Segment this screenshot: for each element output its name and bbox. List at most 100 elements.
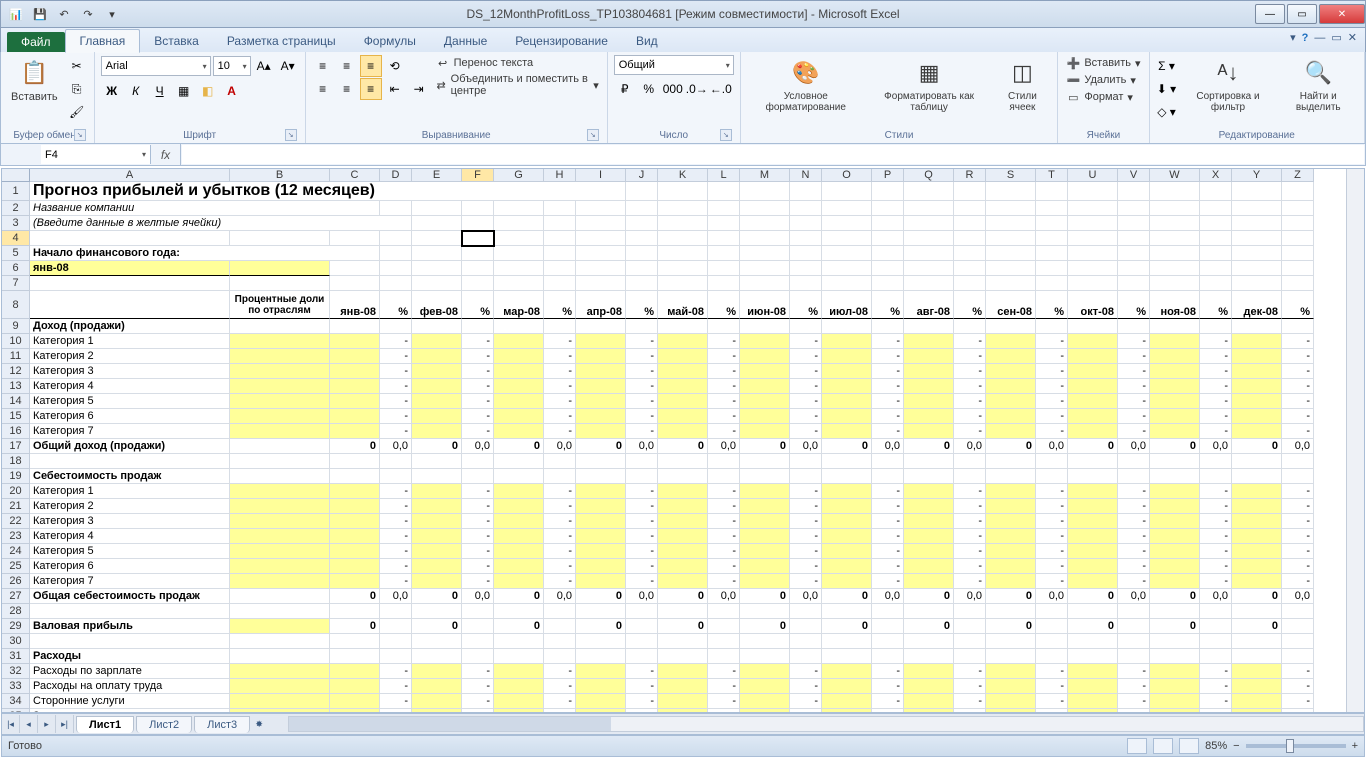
cell[interactable]: мар-08	[494, 291, 544, 319]
cell[interactable]	[1232, 364, 1282, 379]
cell[interactable]	[1200, 634, 1232, 649]
cell[interactable]	[986, 364, 1036, 379]
cell[interactable]: дек-08	[1232, 291, 1282, 319]
cell[interactable]: 0,0	[626, 439, 658, 454]
cell[interactable]	[1232, 231, 1282, 246]
column-header-C[interactable]: C	[330, 169, 380, 182]
cell[interactable]	[904, 664, 954, 679]
cell[interactable]	[904, 424, 954, 439]
cell[interactable]: Сторонние услуги	[30, 694, 230, 709]
cell[interactable]: авг-08	[904, 291, 954, 319]
cell[interactable]: -	[872, 499, 904, 514]
increase-indent-icon[interactable]: ⇥	[408, 78, 430, 100]
cell[interactable]	[1282, 604, 1314, 619]
cell[interactable]	[1150, 679, 1200, 694]
cell[interactable]	[658, 484, 708, 499]
cell[interactable]	[412, 246, 462, 261]
cell[interactable]	[1118, 634, 1150, 649]
cell[interactable]: 0,0	[708, 589, 740, 604]
cell[interactable]	[544, 619, 576, 634]
cell[interactable]	[380, 649, 412, 664]
cell[interactable]: Общий доход (продажи)	[30, 439, 230, 454]
cell[interactable]	[330, 559, 380, 574]
cell[interactable]	[790, 231, 822, 246]
cell[interactable]: -	[380, 364, 412, 379]
cell[interactable]: -	[1282, 334, 1314, 349]
cell[interactable]	[330, 529, 380, 544]
column-header-T[interactable]: T	[1036, 169, 1068, 182]
cell[interactable]: -	[790, 694, 822, 709]
cell[interactable]	[658, 514, 708, 529]
cell[interactable]	[462, 246, 494, 261]
cell[interactable]	[904, 201, 954, 216]
cell[interactable]	[330, 424, 380, 439]
cell[interactable]	[1150, 454, 1200, 469]
cell[interactable]	[30, 276, 230, 291]
font-color-icon[interactable]: A	[221, 80, 243, 102]
cell[interactable]: -	[954, 379, 986, 394]
cell[interactable]	[708, 276, 740, 291]
cell[interactable]: -	[1118, 559, 1150, 574]
cell[interactable]	[658, 544, 708, 559]
cell[interactable]	[330, 394, 380, 409]
cell[interactable]	[462, 604, 494, 619]
cell[interactable]	[626, 604, 658, 619]
cell[interactable]: -	[462, 364, 494, 379]
cell[interactable]	[872, 319, 904, 334]
cell[interactable]: -	[954, 394, 986, 409]
cell[interactable]	[330, 469, 380, 484]
cell[interactable]	[740, 604, 790, 619]
cell[interactable]: -	[1118, 424, 1150, 439]
cell[interactable]	[30, 231, 230, 246]
cell[interactable]: -	[544, 394, 576, 409]
row-header-13[interactable]: 13	[2, 379, 30, 394]
cell[interactable]: -	[380, 409, 412, 424]
wb-restore-icon[interactable]: ▭	[1331, 31, 1341, 44]
cell[interactable]	[494, 246, 544, 261]
cell[interactable]	[740, 276, 790, 291]
cell[interactable]: -	[462, 379, 494, 394]
cell[interactable]	[544, 454, 576, 469]
cell[interactable]	[986, 679, 1036, 694]
cell[interactable]	[626, 649, 658, 664]
cell[interactable]	[1150, 604, 1200, 619]
cell[interactable]	[872, 454, 904, 469]
column-header-Y[interactable]: Y	[1232, 169, 1282, 182]
cell[interactable]	[822, 529, 872, 544]
cell[interactable]	[462, 454, 494, 469]
cell[interactable]	[1150, 276, 1200, 291]
cell[interactable]	[330, 454, 380, 469]
cell[interactable]	[1036, 261, 1068, 276]
font-size-combo[interactable]: 10	[213, 56, 251, 76]
cell[interactable]	[380, 231, 412, 246]
cell[interactable]	[412, 574, 462, 589]
cell[interactable]	[658, 182, 708, 201]
cell[interactable]	[872, 649, 904, 664]
cell[interactable]: 0	[658, 589, 708, 604]
cell[interactable]	[330, 664, 380, 679]
cell[interactable]: -	[462, 334, 494, 349]
cell[interactable]: %	[1118, 291, 1150, 319]
cell[interactable]	[658, 409, 708, 424]
cell[interactable]: -	[708, 334, 740, 349]
decrease-indent-icon[interactable]: ⇤	[384, 78, 406, 100]
cell[interactable]: -	[954, 574, 986, 589]
tab-file[interactable]: Файл	[7, 32, 65, 52]
cell[interactable]: 0	[986, 619, 1036, 634]
cell[interactable]: -	[790, 334, 822, 349]
cell[interactable]: -	[462, 484, 494, 499]
cell[interactable]	[1282, 634, 1314, 649]
cell[interactable]	[412, 469, 462, 484]
cell[interactable]: Категория 4	[30, 379, 230, 394]
cell[interactable]: -	[626, 364, 658, 379]
cell[interactable]: -	[544, 424, 576, 439]
cell[interactable]	[626, 619, 658, 634]
cell[interactable]: -	[708, 424, 740, 439]
column-header-K[interactable]: K	[658, 169, 708, 182]
cell[interactable]	[822, 261, 872, 276]
cell[interactable]	[708, 619, 740, 634]
cell[interactable]: -	[1118, 694, 1150, 709]
cell[interactable]	[1232, 349, 1282, 364]
row-header-20[interactable]: 20	[2, 484, 30, 499]
cell[interactable]	[230, 379, 330, 394]
